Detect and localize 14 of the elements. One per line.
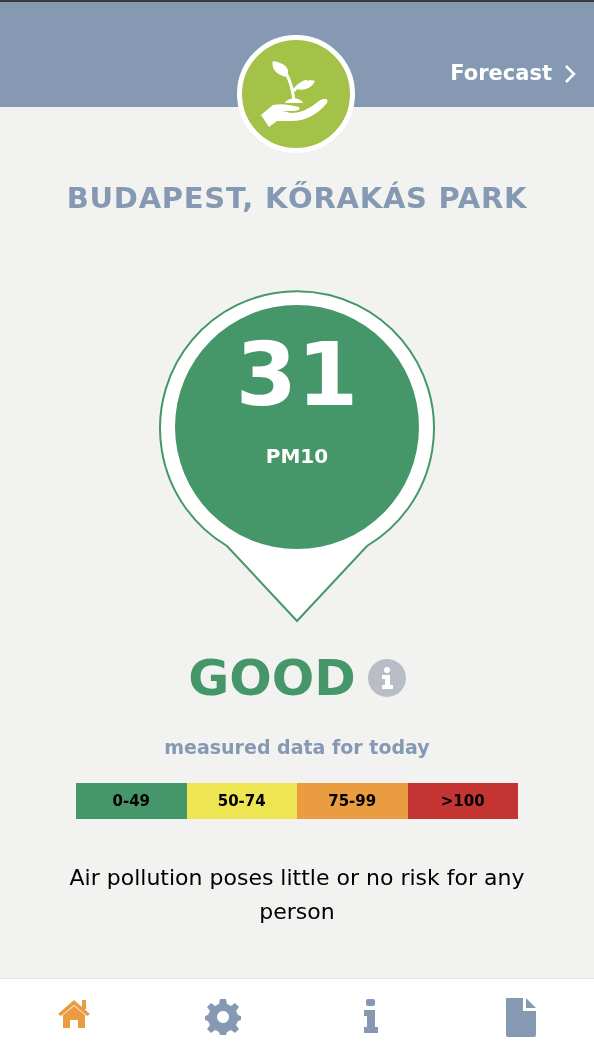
chevron-right-icon <box>564 63 576 84</box>
scale-segment: 50-74 <box>186 783 297 819</box>
scale-segment: 75-99 <box>297 783 408 819</box>
forecast-link[interactable]: Forecast <box>450 58 576 90</box>
reading-unit: PM10 <box>265 442 329 470</box>
station-title: BUDAPEST, KŐRAKÁS PARK <box>66 180 528 217</box>
info-icon[interactable] <box>367 658 406 697</box>
scale-segment: 0-49 <box>76 783 187 819</box>
scale-segment: >100 <box>407 783 518 819</box>
settings-icon[interactable] <box>204 996 241 1037</box>
description: Air pollution poses little or no risk for any person <box>68 864 526 926</box>
reading-value: 31 <box>235 330 359 419</box>
rating-label: GOOD <box>188 652 356 703</box>
subtitle: measured data for today <box>164 734 430 760</box>
